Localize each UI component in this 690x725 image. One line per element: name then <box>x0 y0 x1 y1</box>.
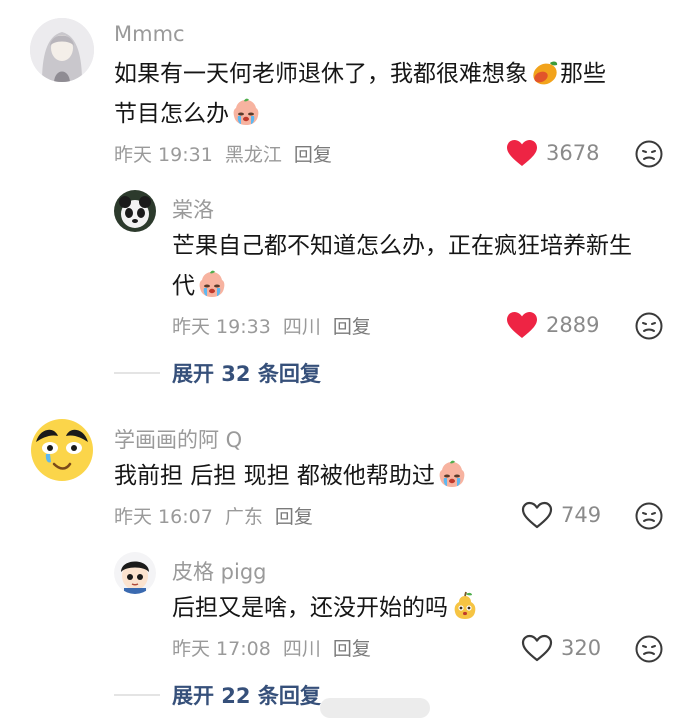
comment-text-line: 那些 <box>560 61 606 87</box>
reply-text: 芒果自己都不知道怎么办，正在疯狂培养新生 代 <box>172 226 672 306</box>
comment-time: 昨天 16:07 <box>114 506 213 528</box>
comment-location: 广东 <box>224 506 263 528</box>
frown-face-icon <box>634 311 664 341</box>
avatar[interactable] <box>114 190 156 232</box>
crying-peach-emoji <box>437 459 467 489</box>
watermark-overlay <box>320 698 430 718</box>
reply-text-line: 芒果自己都不知道怎么办，正在疯狂培养新生 <box>172 233 632 259</box>
dislike-button[interactable] <box>634 634 664 664</box>
comment-time: 昨天 19:31 <box>114 144 213 166</box>
avatar[interactable] <box>114 552 156 594</box>
comment-meta: 昨天 19:31 黑龙江 回复 <box>114 140 338 167</box>
reply-time: 昨天 17:08 <box>172 638 271 660</box>
reply-text: 后担又是啥，还没开始的吗 <box>172 588 672 628</box>
like-button[interactable]: 320 <box>521 634 601 662</box>
avatar[interactable] <box>30 18 94 82</box>
reply-location: 四川 <box>282 638 321 660</box>
avatar[interactable] <box>30 418 94 482</box>
comment-text-line: 节目怎么办 <box>114 101 229 127</box>
comment-text-line: 如果有一天何老师退休了，我都很难想象 <box>114 61 528 87</box>
expand-replies-button[interactable]: 展开 22 条回复 <box>114 680 321 710</box>
reply-text-line: 代 <box>172 273 195 299</box>
crying-peach-emoji <box>231 97 261 127</box>
comment-location: 黑龙江 <box>224 144 282 166</box>
like-button[interactable]: 2889 <box>506 311 599 339</box>
frown-face-icon <box>634 139 664 169</box>
reply-meta: 昨天 19:33 四川 回复 <box>172 312 377 339</box>
heart-outline-icon <box>521 634 553 662</box>
divider-line <box>114 694 160 696</box>
like-count: 3678 <box>546 141 600 165</box>
reply-meta: 昨天 17:08 四川 回复 <box>172 634 377 661</box>
comment-text: 我前担 后担 现担 都被他帮助过 <box>114 456 674 496</box>
avatar-panda-image <box>114 190 156 232</box>
expand-replies-label: 展开 22 条回复 <box>172 684 321 708</box>
dislike-button[interactable] <box>634 311 664 341</box>
like-count: 320 <box>561 636 602 660</box>
reply-button[interactable]: 回复 <box>294 144 332 166</box>
reply-button[interactable]: 回复 <box>333 316 371 338</box>
comment-text-line: 我前担 后担 现担 都被他帮助过 <box>114 463 435 489</box>
avatar-emoji-face-image <box>31 419 93 481</box>
reply-location: 四川 <box>282 316 321 338</box>
mango-emoji <box>530 57 560 87</box>
reply-text-line: 后担又是啥，还没开始的吗 <box>172 595 448 621</box>
comment-username[interactable]: Mmmc <box>114 22 185 46</box>
avatar-cartoon-boy-image <box>114 552 156 594</box>
comment-meta: 昨天 16:07 广东 回复 <box>114 502 319 529</box>
crying-peach-emoji <box>197 269 227 299</box>
reply-username[interactable]: 棠洛 <box>172 194 214 224</box>
expand-replies-label: 展开 32 条回复 <box>172 362 321 386</box>
like-button[interactable]: 749 <box>521 501 601 529</box>
pear-face-emoji <box>450 591 480 621</box>
like-count: 2889 <box>546 313 600 337</box>
expand-replies-button[interactable]: 展开 32 条回复 <box>114 358 321 388</box>
like-button[interactable]: 3678 <box>506 139 599 167</box>
reply-username[interactable]: 皮格 pigg <box>172 556 267 586</box>
comment-username[interactable]: 学画画的阿 Q <box>114 424 242 454</box>
like-count: 749 <box>561 503 602 527</box>
reply-time: 昨天 19:33 <box>172 316 271 338</box>
reply-button[interactable]: 回复 <box>333 638 371 660</box>
heart-filled-icon <box>506 311 538 339</box>
dislike-button[interactable] <box>634 501 664 531</box>
heart-filled-icon <box>506 139 538 167</box>
reply-button[interactable]: 回复 <box>275 506 313 528</box>
heart-outline-icon <box>521 501 553 529</box>
comment-text: 如果有一天何老师退休了，我都很难想象 那些 节目怎么办 <box>114 54 674 134</box>
frown-face-icon <box>634 634 664 664</box>
avatar-anime-girl-image <box>30 18 94 82</box>
divider-line <box>114 372 160 374</box>
dislike-button[interactable] <box>634 139 664 169</box>
frown-face-icon <box>634 501 664 531</box>
